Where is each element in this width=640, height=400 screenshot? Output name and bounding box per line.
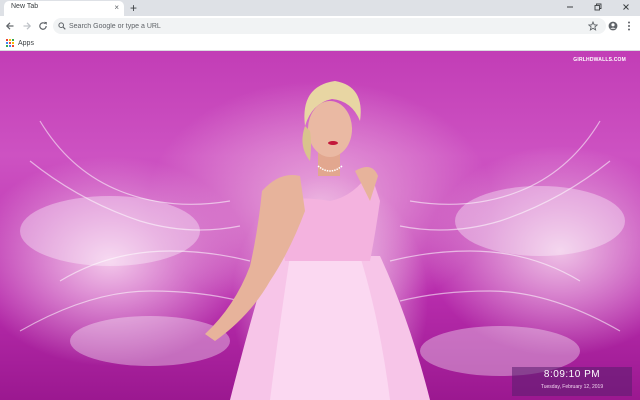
reload-icon[interactable] — [36, 19, 50, 33]
restore-icon[interactable] — [584, 0, 612, 14]
apps-label: Apps — [18, 39, 34, 47]
omnibox[interactable] — [53, 18, 606, 34]
apps-dot — [12, 42, 14, 44]
arrow-left-icon[interactable] — [3, 19, 17, 33]
close-icon[interactable] — [612, 0, 640, 14]
tab-new-tab[interactable]: New Tab × — [4, 1, 124, 16]
tab-title: New Tab — [11, 3, 39, 10]
star-icon[interactable] — [586, 19, 600, 33]
apps-dot — [9, 39, 11, 41]
wallpaper-brand: GIRLHDWALLS.COM — [573, 57, 626, 63]
clock-widget: 8:09:10 PM Tuesday, February 12, 2019 — [512, 367, 632, 396]
new-tab-button[interactable]: + — [130, 1, 137, 15]
bookmarks-bar: Apps — [0, 36, 640, 51]
apps-dot — [6, 39, 8, 41]
clock-date: Tuesday, February 12, 2019 — [540, 384, 604, 390]
apps-dot — [9, 42, 11, 44]
arrow-right-icon[interactable] — [20, 19, 34, 33]
tab-strip: New Tab × + — [0, 0, 640, 16]
apps-dot — [12, 45, 14, 47]
apps-dot — [12, 39, 14, 41]
search-icon — [58, 22, 66, 30]
kebab-menu-icon[interactable] — [622, 19, 636, 33]
minimize-icon[interactable] — [556, 0, 584, 14]
tab-close-icon[interactable]: × — [114, 3, 119, 13]
omnibox-input[interactable] — [69, 18, 569, 34]
browser-window: New Tab × + Search Google or type a URL … — [0, 0, 640, 400]
apps-grid-icon — [6, 39, 14, 47]
new-tab-page: GIRLHDWALLS.COM 8:09:10 PM Tuesday, Febr… — [0, 51, 640, 400]
apps-shortcut[interactable]: Apps — [6, 37, 34, 49]
clock-time: 8:09:10 PM — [543, 369, 601, 380]
wallpaper-image — [19, 81, 625, 400]
apps-dot — [9, 45, 11, 47]
toolbar — [0, 16, 640, 36]
apps-dot — [6, 45, 8, 47]
apps-dot — [6, 42, 8, 44]
account-icon[interactable] — [606, 19, 620, 33]
